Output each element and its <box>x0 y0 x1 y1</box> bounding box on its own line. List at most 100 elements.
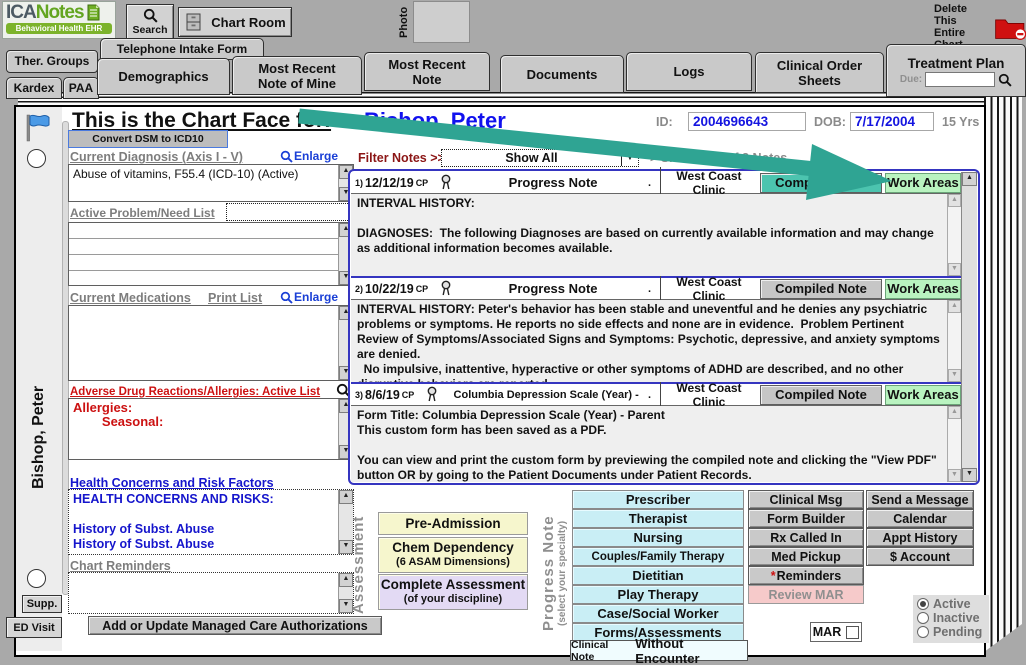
ed-visit-button[interactable]: ED Visit <box>6 617 62 638</box>
chart-reminders-label[interactable]: Chart Reminders <box>70 559 171 573</box>
mar-checkbox[interactable] <box>846 626 859 639</box>
tab-most-recent-note-of-mine[interactable]: Most Recent Note of Mine <box>232 56 362 95</box>
problem-list-label[interactable]: Active Problem/Need List <box>70 206 215 220</box>
work-areas-button[interactable]: Work Areas <box>885 279 961 299</box>
complete-assessment-button[interactable]: Complete Assessment (of your discipline) <box>378 574 528 610</box>
problem-list-box[interactable]: ▲▼ <box>68 222 354 286</box>
scroll-up-icon[interactable]: ▲ <box>948 406 961 419</box>
scroll-up-icon[interactable]: ▲ <box>962 172 977 186</box>
work-areas-button[interactable]: Work Areas <box>885 385 961 405</box>
medications-enlarge-link[interactable]: Enlarge <box>280 290 338 304</box>
chevron-down-icon[interactable]: ▼ <box>621 150 638 166</box>
clinical-msg-button[interactable]: Clinical Msg <box>748 490 864 509</box>
review-mar-button[interactable]: Review MAR <box>748 585 864 604</box>
chart-reminders-box[interactable]: ▲▼ <box>68 572 354 614</box>
current-diagnosis-box[interactable]: Abuse of vitamins, F55.4 (ICD-10) (Activ… <box>68 164 354 202</box>
allergies-box[interactable]: Allergies: Seasonal: ▲▼ <box>68 398 354 460</box>
tab-paa[interactable]: PAA <box>63 77 99 99</box>
note-scrollbar[interactable]: ▲▼ <box>947 406 961 482</box>
compiled-note-button[interactable]: Compiled Note <box>760 173 882 193</box>
note-body[interactable]: INTERVAL HISTORY: DIAGNOSES: The followi… <box>351 194 961 276</box>
pre-admission-button[interactable]: Pre-Admission <box>378 512 528 535</box>
problem-list-field[interactable] <box>226 203 356 221</box>
current-medications-box[interactable]: ▲▼ <box>68 305 354 381</box>
radio-icon[interactable] <box>917 626 929 638</box>
status-option-pending[interactable]: Pending <box>917 625 989 639</box>
specialty-prescriber-button[interactable]: Prescriber <box>572 490 744 509</box>
account-button[interactable]: $ Account <box>866 547 974 566</box>
tab-ther-groups[interactable]: Ther. Groups <box>6 50 98 73</box>
scroll-down-icon[interactable]: ▼ <box>948 263 961 276</box>
status-option-active[interactable]: Active <box>917 597 989 611</box>
notes-list-panel: 1) 12/12/19 CP Progress Note . West Coas… <box>348 169 980 485</box>
scroll-down-icon[interactable]: ▼ <box>948 369 961 382</box>
convert-dsm-icd10-button[interactable]: Convert DSM to ICD10 <box>68 130 228 148</box>
note-dot: . <box>648 283 660 295</box>
stacked-charts-right-edge <box>984 96 1022 652</box>
print-list-link[interactable]: Print List <box>208 291 262 305</box>
chem-dependency-button[interactable]: Chem Dependency (6 ASAM Dimensions) <box>378 537 528 573</box>
med-pickup-button[interactable]: Med Pickup <box>748 547 864 566</box>
adverse-drug-reactions-label[interactable]: Adverse Drug Reactions/Allergies: Active… <box>70 386 320 398</box>
scroll-up-icon[interactable]: ▲ <box>948 194 961 207</box>
scroll-down-icon[interactable]: ▼ <box>962 468 977 482</box>
note-body[interactable]: INTERVAL HISTORY: Peter's behavior has b… <box>351 300 961 382</box>
current-medications-label[interactable]: Current Medications <box>70 291 191 305</box>
specialty-case-social-worker-button[interactable]: Case/Social Worker <box>572 604 744 623</box>
tab-demographics[interactable]: Demographics <box>97 58 230 95</box>
radio-icon[interactable] <box>917 598 929 610</box>
chart-select-radio-top[interactable] <box>27 149 46 168</box>
specialty-play-therapy-button[interactable]: Play Therapy <box>572 585 744 604</box>
managed-care-authorizations-button[interactable]: Add or Update Managed Care Authorization… <box>88 616 382 635</box>
diagnosis-enlarge-link[interactable]: Enlarge <box>280 149 338 163</box>
status-option-inactive[interactable]: Inactive <box>917 611 989 625</box>
tab-most-recent-note[interactable]: Most Recent Note <box>364 52 490 91</box>
appt-history-button[interactable]: Appt History <box>866 528 974 547</box>
current-diagnosis-label[interactable]: Current Diagnosis (Axis I - V) <box>70 150 243 164</box>
award-ribbon-icon <box>440 280 452 297</box>
calendar-button[interactable]: Calendar <box>866 509 974 528</box>
search-icon <box>143 8 158 23</box>
specialty-therapist-button[interactable]: Therapist <box>572 509 744 528</box>
reminders-button[interactable]: *Reminders <box>748 566 864 585</box>
patient-id-field[interactable]: 2004696643 <box>688 112 806 131</box>
scroll-down-icon[interactable]: ▼ <box>948 469 961 482</box>
tab-treatment-plan[interactable]: Treatment Plan Due: <box>886 44 1026 97</box>
patient-photo-placeholder[interactable] <box>413 1 470 43</box>
note-header[interactable]: 3) 8/6/19 CP Columbia Depression Scale (… <box>351 384 961 406</box>
radio-icon[interactable] <box>917 612 929 624</box>
health-concerns-box[interactable]: HEALTH CONCERNS AND RISKS: History of Su… <box>68 489 354 555</box>
treatment-plan-search-icon[interactable] <box>998 73 1012 87</box>
work-areas-button[interactable]: Work Areas <box>885 173 961 193</box>
note-header[interactable]: 2) 10/22/19 CP Progress Note . West Coas… <box>351 278 961 300</box>
filter-notes-dropdown[interactable]: Show All ▼ <box>441 149 639 167</box>
search-button[interactable]: Search <box>126 4 174 40</box>
chart-room-button[interactable]: Chart Room <box>178 7 292 37</box>
notes-panel-scrollbar[interactable]: ▲▼ <box>961 172 977 482</box>
patient-dob-field[interactable]: 7/17/2004 <box>850 112 934 131</box>
flag-icon[interactable] <box>23 112 51 144</box>
note-body[interactable]: Form Title: Columbia Depression Scale (Y… <box>351 406 961 482</box>
form-builder-button[interactable]: Form Builder <box>748 509 864 528</box>
tab-logs[interactable]: Logs <box>626 52 752 91</box>
send-a-message-button[interactable]: Send a Message <box>866 490 974 509</box>
tab-documents[interactable]: Documents <box>500 55 624 93</box>
button-label: Rx Called In <box>770 531 842 545</box>
health-concerns-label[interactable]: Health Concerns and Risk Factors <box>70 476 274 490</box>
specialty-nursing-button[interactable]: Nursing <box>572 528 744 547</box>
specialty-couples-family-button[interactable]: Couples/Family Therapy <box>572 547 744 566</box>
note-scrollbar[interactable]: ▲▼ <box>947 300 961 382</box>
note-header[interactable]: 1) 12/12/19 CP Progress Note . West Coas… <box>351 172 961 194</box>
compiled-note-button[interactable]: Compiled Note <box>760 385 882 405</box>
scroll-up-icon[interactable]: ▲ <box>948 300 961 313</box>
tab-clinical-order-sheets[interactable]: Clinical Order Sheets <box>755 52 884 93</box>
tab-kardex[interactable]: Kardex <box>6 77 62 99</box>
supp-button[interactable]: Supp. <box>22 595 62 613</box>
specialty-dietitian-button[interactable]: Dietitian <box>572 566 744 585</box>
treatment-plan-due-input[interactable] <box>925 72 995 87</box>
note-scrollbar[interactable]: ▲▼ <box>947 194 961 276</box>
compiled-note-button[interactable]: Compiled Note <box>760 279 882 299</box>
clinical-note-without-encounter-button[interactable]: Clinical Note Without Encounter <box>570 640 748 661</box>
chart-select-radio-bottom[interactable] <box>27 569 46 588</box>
rx-called-in-button[interactable]: Rx Called In <box>748 528 864 547</box>
